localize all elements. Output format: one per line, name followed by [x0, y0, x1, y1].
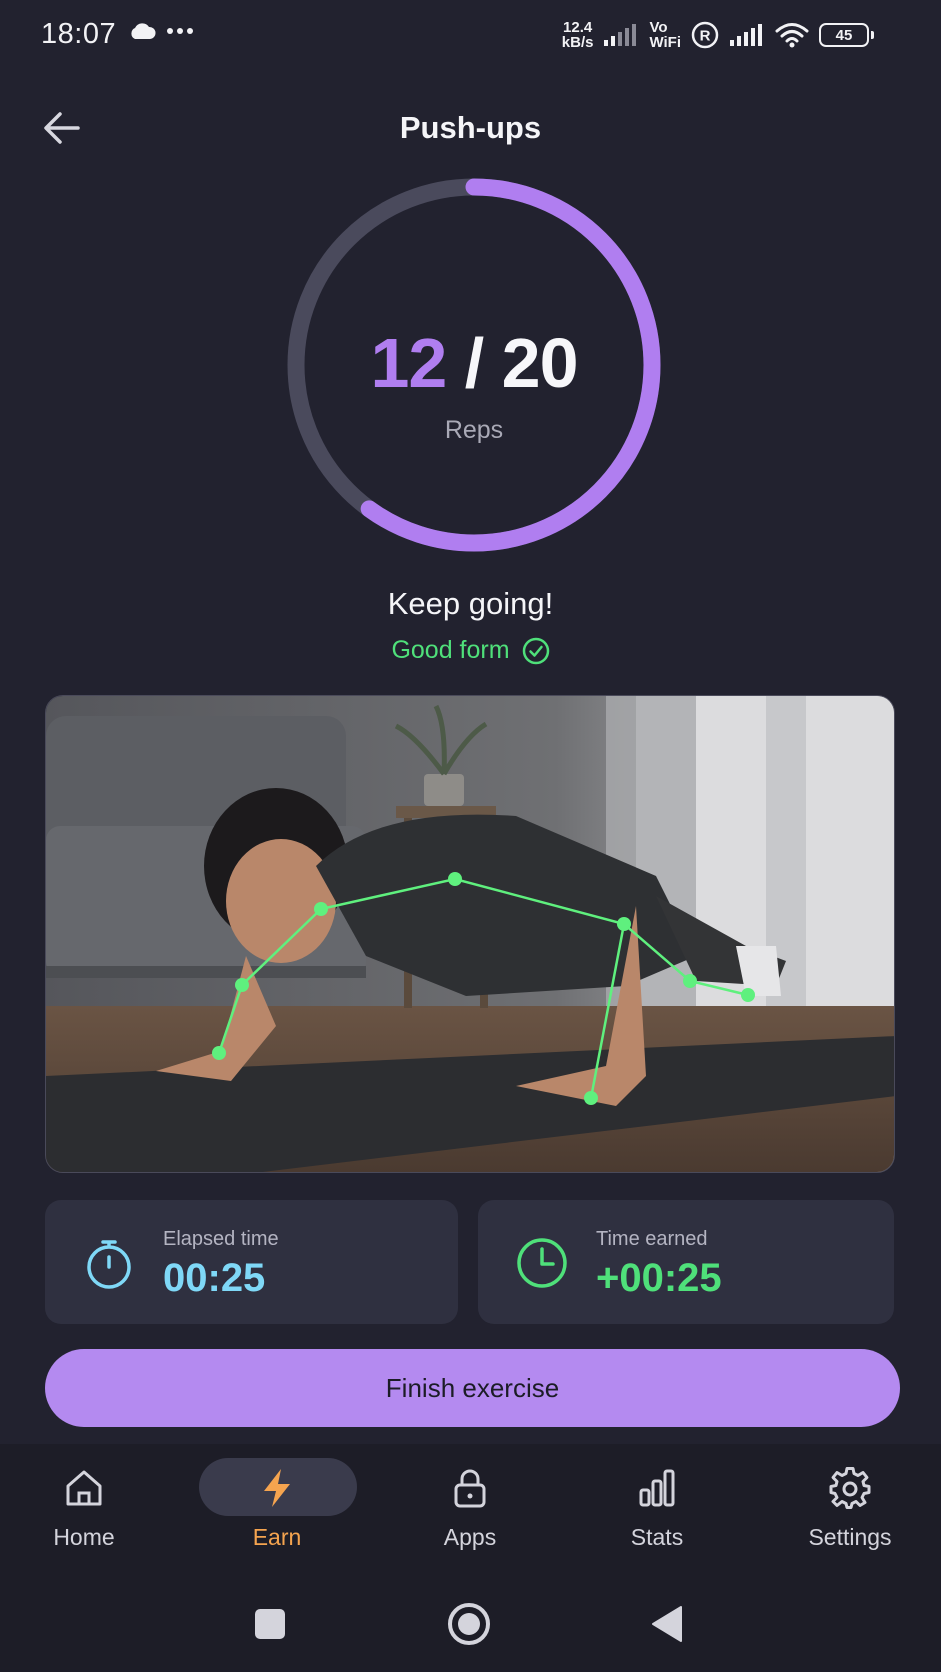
- net-speed-value: 12.4: [563, 19, 593, 36]
- wifi-label: WiFi: [649, 34, 681, 51]
- wifi-icon: [775, 23, 809, 48]
- home-button[interactable]: [439, 1594, 499, 1654]
- rep-separator: /: [446, 324, 502, 402]
- net-speed: 12.4 kB/s: [562, 20, 594, 50]
- camera-scene: [46, 696, 894, 1172]
- vowifi-indicator: Vo WiFi: [649, 20, 681, 50]
- nav-label-stats: Stats: [630, 1524, 684, 1550]
- bar-chart-icon: [639, 1469, 675, 1507]
- nav-label-apps: Apps: [443, 1524, 497, 1550]
- recents-button[interactable]: [240, 1594, 300, 1654]
- camera-feed: [45, 695, 895, 1173]
- rep-label: Reps: [444, 416, 504, 444]
- nav-label-earn: Earn: [252, 1524, 302, 1550]
- roaming-icon: R: [691, 21, 719, 49]
- back-triangle-icon: [652, 1606, 682, 1642]
- clock-icon: [517, 1238, 567, 1288]
- more-dots-icon: [167, 28, 193, 34]
- elapsed-time-label: Elapsed time: [163, 1228, 279, 1250]
- nav-label-home: Home: [53, 1524, 115, 1550]
- encouragement-text: Keep going!: [387, 586, 554, 621]
- bottom-nav: Home Earn Apps Stats Settings: [0, 1444, 941, 1574]
- system-nav-bar: [0, 1574, 941, 1672]
- nav-label-settings: Settings: [808, 1524, 892, 1550]
- finish-exercise-button[interactable]: Finish exercise: [45, 1349, 900, 1427]
- form-status-text: Good form: [391, 636, 510, 664]
- form-status: Good form: [0, 636, 941, 665]
- nav-item-stats[interactable]: Stats: [563, 1444, 751, 1574]
- battery-indicator: 45: [819, 23, 874, 47]
- nav-item-earn[interactable]: Earn: [183, 1444, 371, 1574]
- lock-icon: [454, 1469, 486, 1508]
- roaming-label: R: [700, 28, 711, 45]
- elapsed-time-card: Elapsed time 00:25: [45, 1200, 458, 1324]
- recents-square-icon: [255, 1609, 285, 1639]
- home-circle-icon: [448, 1603, 490, 1645]
- signal-icon-2: [730, 24, 762, 46]
- system-back-button[interactable]: [637, 1594, 697, 1654]
- nav-item-settings[interactable]: Settings: [756, 1444, 941, 1574]
- elapsed-time-value: 00:25: [163, 1256, 266, 1300]
- time-earned-value: +00:25: [596, 1256, 722, 1300]
- stopwatch-icon: [87, 1240, 131, 1289]
- status-time: 18:07: [41, 18, 117, 50]
- status-left-icons: [128, 22, 194, 40]
- nav-item-apps[interactable]: Apps: [376, 1444, 564, 1574]
- time-earned-label: Time earned: [596, 1228, 708, 1250]
- vo-label: Vo: [649, 19, 668, 36]
- time-earned-card: Time earned +00:25: [478, 1200, 894, 1324]
- rep-current: 12: [370, 324, 447, 402]
- signal-icon: [604, 24, 637, 46]
- rep-counter: 12 / 20: [281, 323, 667, 403]
- cloud-icon: [131, 23, 156, 39]
- gear-icon: [829, 1467, 871, 1509]
- nav-item-home[interactable]: Home: [0, 1444, 178, 1574]
- rep-total: 20: [501, 324, 579, 402]
- check-circle-icon: [522, 637, 549, 664]
- status-right-icons: 12.4 kB/s Vo WiFi R 45: [562, 20, 874, 50]
- net-speed-unit: kB/s: [561, 34, 594, 51]
- battery-level: 45: [835, 26, 853, 44]
- lightning-icon: [264, 1469, 290, 1507]
- page-title: Push-ups: [399, 110, 542, 145]
- home-icon: [66, 1470, 102, 1506]
